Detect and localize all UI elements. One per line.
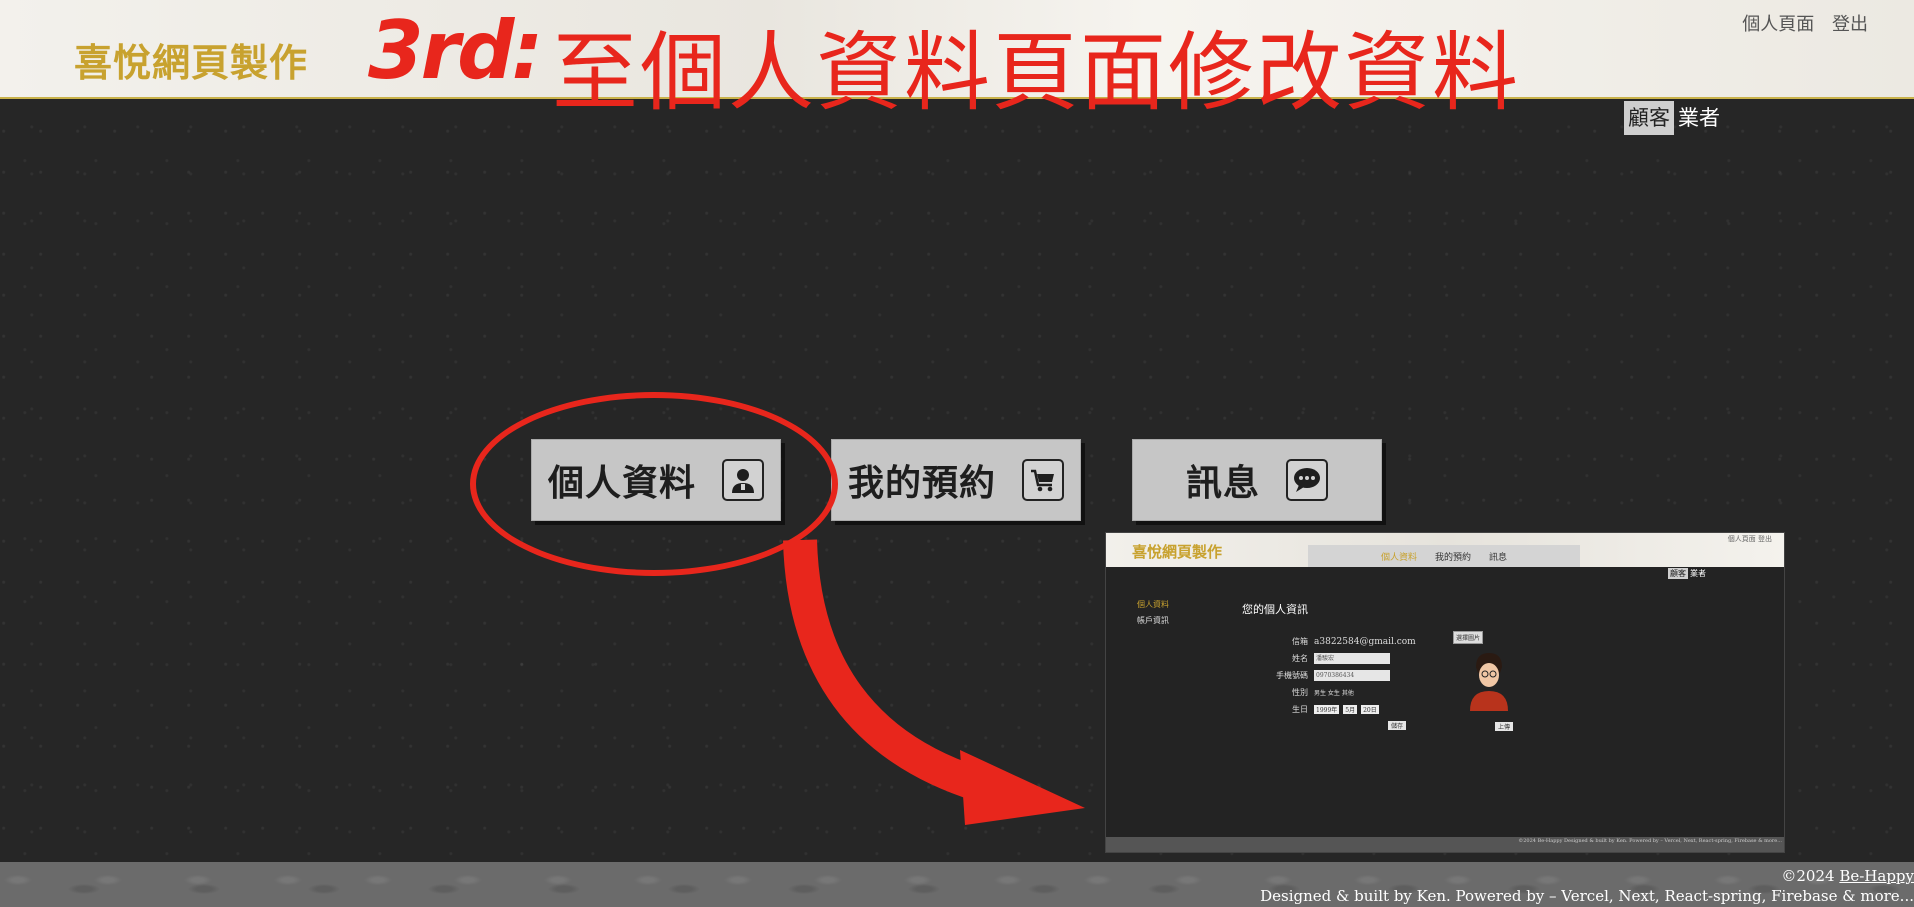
avatar-icon	[1464, 647, 1514, 711]
footer-copyright: ©2024 Be-Happy	[0, 862, 1914, 886]
chat-bubble-icon	[1286, 459, 1328, 501]
tab-messages-label: 訊息	[1185, 463, 1260, 504]
preview-birthday-month: 5月	[1343, 705, 1358, 714]
tab-reservations[interactable]: 我的預約	[831, 439, 1081, 521]
preview-gender-radios: 男生 女生 其他	[1314, 690, 1354, 697]
be-happy-link[interactable]: Be-Happy	[1839, 867, 1914, 885]
footer-credits: Designed & built by Ken. Powered by – Ve…	[1260, 887, 1914, 905]
step-title: 至個人資料頁面修改資料	[552, 23, 1520, 123]
logout-link[interactable]: 登出	[1832, 14, 1868, 35]
preview-phone-label: 手機號碼	[1276, 671, 1308, 680]
preview-sidebar: 個人資料 帳戶資訊	[1137, 597, 1169, 629]
preview-upload-button: 上傳	[1495, 722, 1514, 731]
preview-birthday-label: 生日	[1292, 705, 1308, 714]
preview-nav-reservations: 我的預約	[1434, 552, 1471, 563]
profile-link[interactable]: 個人頁面	[1742, 14, 1814, 35]
preview-side-account: 帳戶資訊	[1137, 616, 1169, 625]
preview-nav: 個人資料 我的預約 訊息	[1308, 545, 1580, 567]
step-label: 3rd:	[368, 4, 543, 97]
preview-side-profile: 個人資料	[1137, 600, 1169, 609]
preview-role-vendor: 業者	[1690, 569, 1706, 578]
preview-role-customer: 顧客	[1668, 568, 1688, 579]
tab-messages[interactable]: 訊息	[1132, 439, 1382, 521]
preview-email-label: 信箱	[1292, 637, 1308, 646]
role-vendor-button[interactable]: 業者	[1674, 101, 1724, 135]
preview-gender-label: 性別	[1292, 688, 1308, 697]
copyright-text: ©2024	[1781, 867, 1835, 885]
preview-email-value: a3822584@gmail.com	[1314, 636, 1416, 647]
preview-phone-field: 0970386434	[1314, 670, 1390, 681]
preview-footer: ©2024 Be-Happy Designed & built by Ken. …	[1106, 837, 1784, 852]
cart-icon	[1022, 459, 1064, 501]
preview-roles: 顧客 業者	[1668, 568, 1708, 579]
page-footer: ©2024 Be-Happy Designed & built by Ken. …	[0, 862, 1914, 907]
preview-brand: 喜悅網頁製作	[1132, 543, 1223, 561]
preview-name-field: 潘駿宏	[1314, 653, 1390, 664]
preview-birthday-year: 1999年	[1314, 705, 1340, 714]
profile-page-preview: 喜悅網頁製作 個人資料 我的預約 訊息 個人頁面 登出 顧客 業者 個人資料 帳…	[1105, 532, 1785, 853]
preview-form: 信箱 a3822584@gmail.com 姓名 潘駿宏 手機號碼 097038643…	[1264, 633, 1416, 718]
preview-name-label: 姓名	[1292, 654, 1308, 663]
preview-nav-profile: 個人資料	[1380, 552, 1417, 563]
header-bar: 喜悅網頁製作 3rd: 至個人資料頁面修改資料 個人頁面 登出	[0, 0, 1914, 123]
preview-title: 您的個人資訊	[1242, 603, 1308, 616]
role-customer-button[interactable]: 顧客	[1624, 101, 1674, 135]
preview-pick-avatar-button: 選擇圖片	[1453, 631, 1484, 644]
preview-nav-messages: 訊息	[1489, 552, 1508, 563]
preview-header: 喜悅網頁製作 個人資料 我的預約 訊息 個人頁面 登出	[1106, 533, 1784, 567]
arrow-icon	[783, 539, 1085, 825]
preview-save-button: 儲存	[1388, 721, 1407, 730]
role-toggle: 顧客 業者	[1624, 101, 1724, 135]
top-links: 個人頁面 登出	[1730, 10, 1868, 36]
preview-top-links: 個人頁面 登出	[1727, 535, 1772, 543]
brand-logo[interactable]: 喜悅網頁製作	[74, 32, 308, 87]
tab-reservations-label: 我的預約	[847, 463, 996, 504]
preview-birthday-day: 20日	[1361, 705, 1379, 714]
